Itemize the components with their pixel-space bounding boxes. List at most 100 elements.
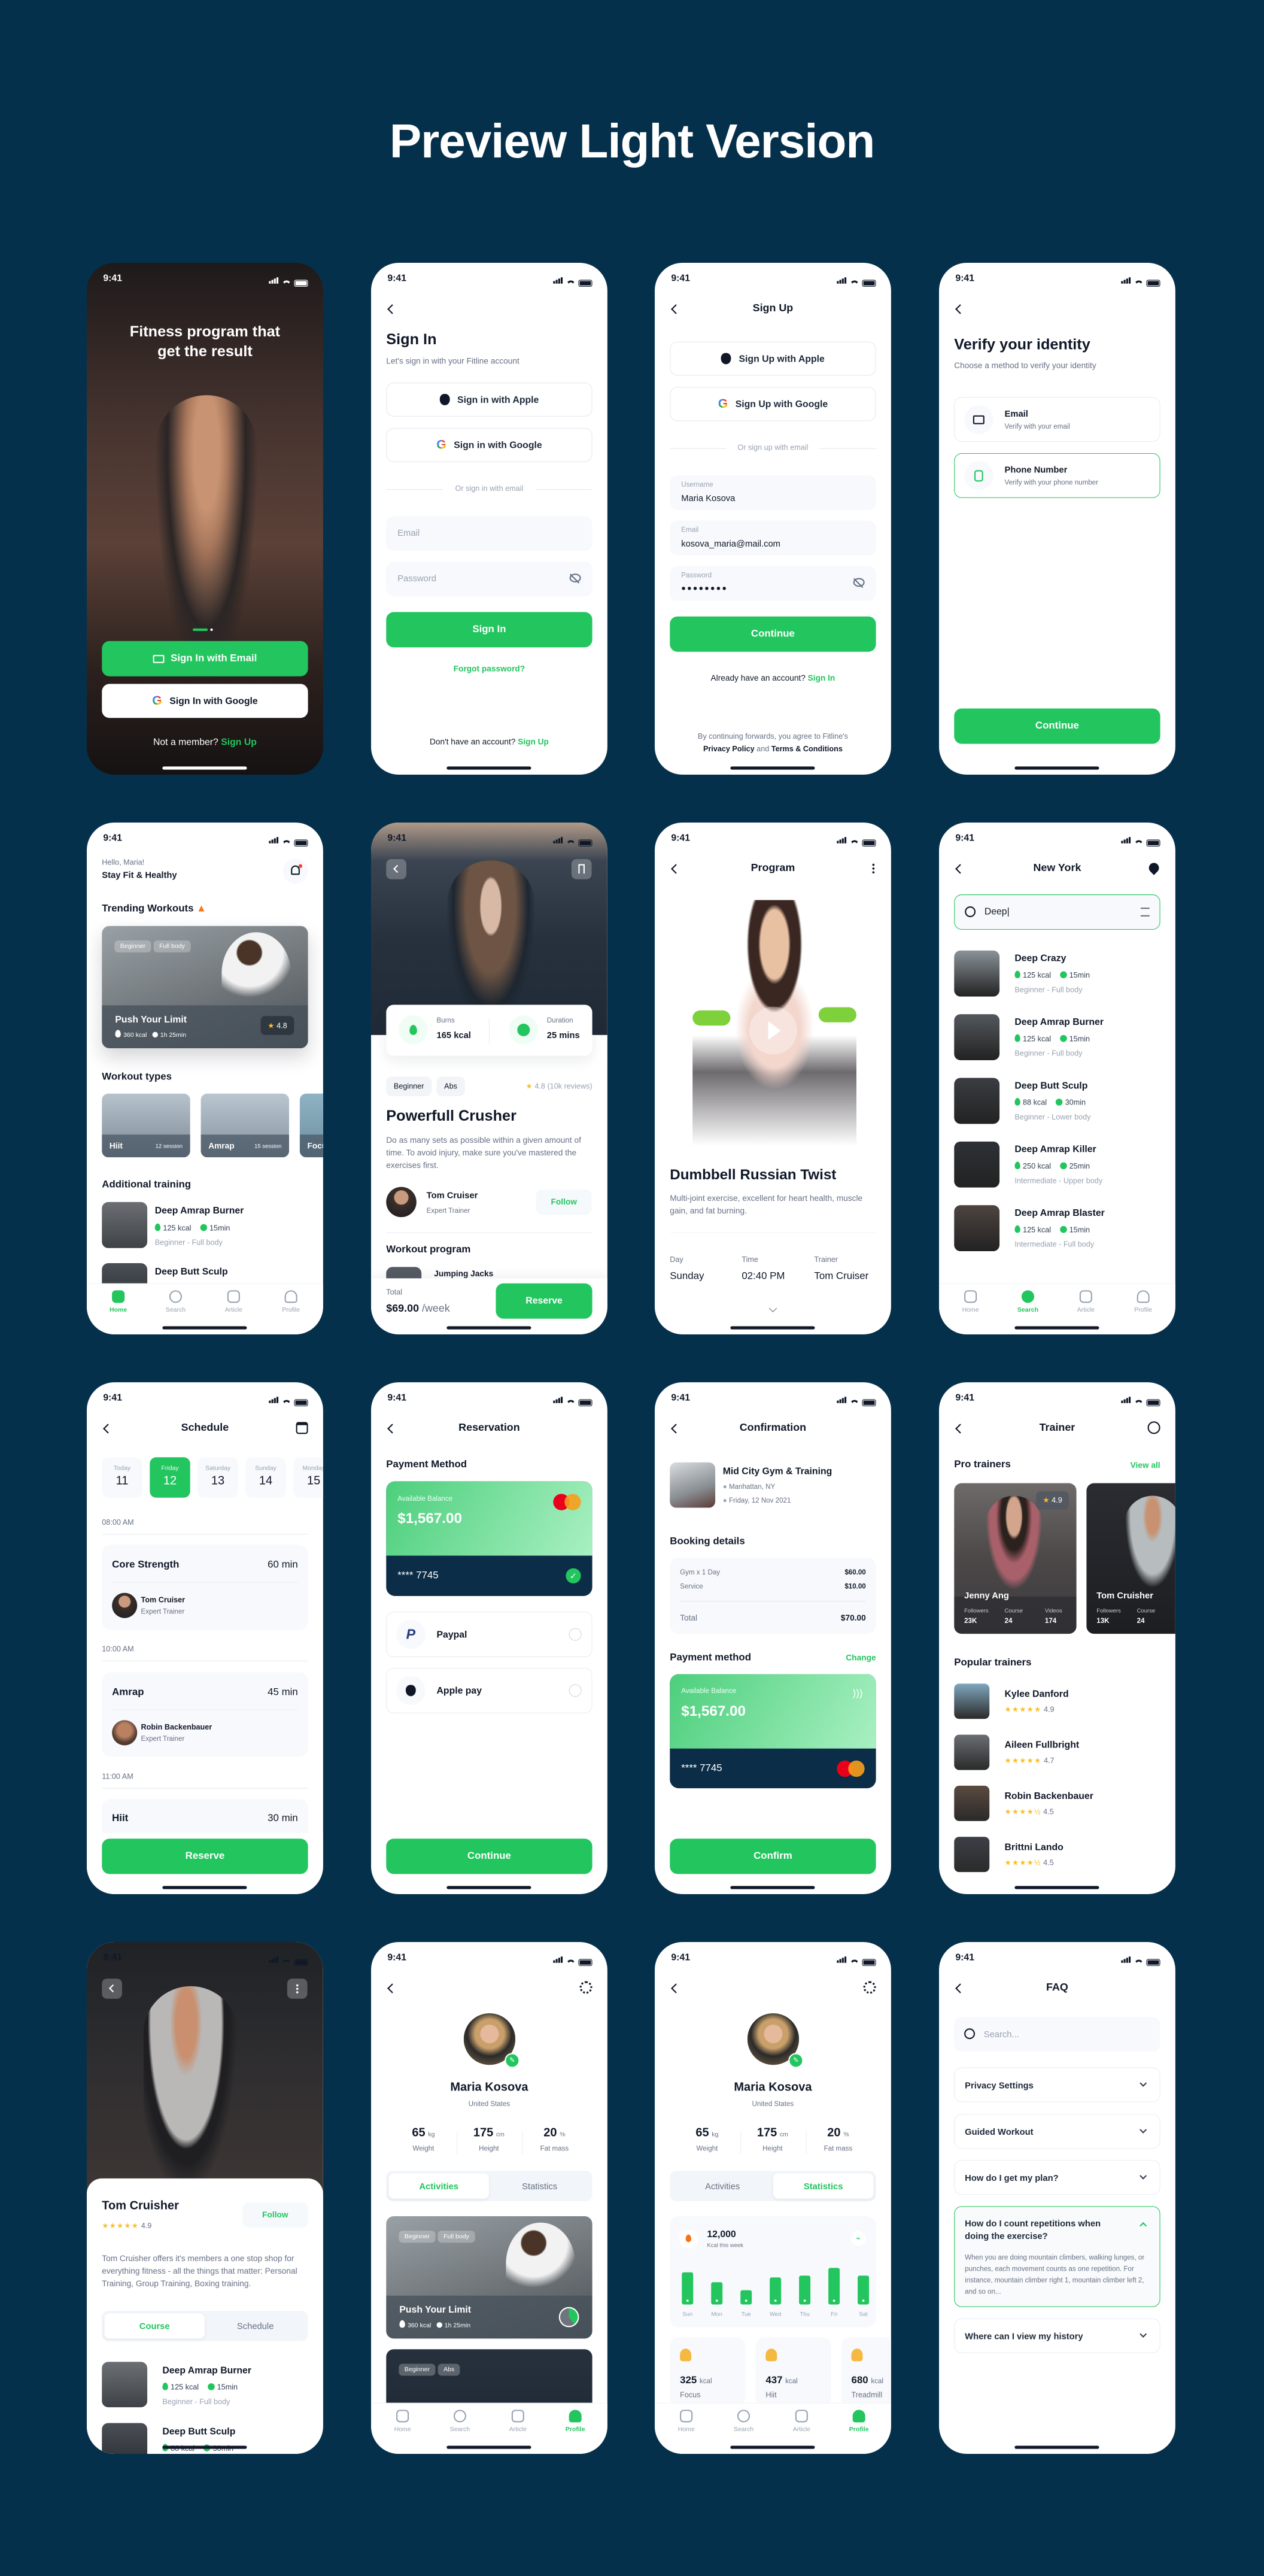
result-title[interactable]: Deep Crazy: [1014, 953, 1066, 964]
back-button[interactable]: [386, 859, 406, 879]
email-field[interactable]: Email kosova_maria@mail.com: [670, 520, 876, 556]
tab-article[interactable]: Article: [496, 2410, 540, 2433]
calendar-icon[interactable]: [296, 1422, 308, 1434]
more-icon[interactable]: [872, 863, 875, 875]
sign-in-email-button[interactable]: Sign In with Email: [102, 641, 308, 676]
radio-button[interactable]: [569, 1684, 582, 1697]
edit-icon[interactable]: ✎: [788, 2053, 804, 2068]
settings-icon[interactable]: [863, 1981, 876, 1994]
sign-in-button[interactable]: Sign In: [386, 612, 592, 648]
tab-profile[interactable]: Profile: [837, 2410, 881, 2433]
result-title[interactable]: Deep Amrap Blaster: [1014, 1207, 1104, 1218]
result-title[interactable]: Deep Butt Sculp: [1014, 1081, 1087, 1091]
settings-icon[interactable]: [579, 1981, 592, 1994]
tab-profile[interactable]: Profile: [269, 1290, 313, 1313]
continue-button[interactable]: Continue: [386, 1838, 592, 1874]
terms-link[interactable]: Terms & Conditions: [771, 744, 843, 753]
trainer-name[interactable]: Kylee Danford: [1005, 1689, 1069, 1700]
tab-search[interactable]: Search: [154, 1290, 198, 1313]
schedule-card[interactable]: Amrap 45 min Robin Backenbauer Expert Tr…: [102, 1672, 308, 1757]
day-chip-selected[interactable]: Friday 12: [150, 1457, 190, 1498]
follow-button[interactable]: Follow: [242, 2202, 308, 2228]
day-chip[interactable]: Saturday 13: [198, 1457, 238, 1498]
tab-article[interactable]: Article: [1064, 1290, 1108, 1313]
sign-up-apple-button[interactable]: Sign Up with Apple: [670, 341, 876, 376]
back-button[interactable]: [102, 1979, 122, 1999]
eye-off-icon[interactable]: [853, 578, 865, 587]
bookmark-button[interactable]: [571, 859, 592, 879]
edit-icon[interactable]: ✎: [505, 2053, 520, 2068]
username-field[interactable]: Username Maria Kosova: [670, 475, 876, 510]
tab-statistics[interactable]: Statistics: [773, 2173, 874, 2199]
course-title[interactable]: Deep Butt Sculp: [162, 2426, 235, 2437]
featured-workout-card[interactable]: Beginner Full body Push Your Limit 360 kc…: [102, 926, 308, 1048]
faq-item[interactable]: How do I get my plan?: [954, 2160, 1160, 2195]
tab-schedule[interactable]: Schedule: [205, 2313, 305, 2338]
day-chip[interactable]: Monday 15: [293, 1457, 323, 1498]
tab-home[interactable]: Home: [664, 2410, 709, 2433]
notification-button[interactable]: [282, 858, 308, 884]
sign-up-link[interactable]: Sign Up: [518, 737, 549, 747]
sign-in-google-button[interactable]: G Sign In with Google: [102, 684, 308, 718]
radio-button[interactable]: [569, 1628, 582, 1641]
tab-course[interactable]: Course: [104, 2313, 205, 2339]
faq-item[interactable]: Where can I view my history: [954, 2318, 1160, 2353]
payment-option-apple-pay[interactable]: Apple pay: [386, 1668, 592, 1713]
tab-article[interactable]: Article: [779, 2410, 824, 2433]
tab-search[interactable]: Search: [722, 2410, 766, 2433]
schedule-card[interactable]: Core Strength 60 min Tom Cruiser Expert …: [102, 1545, 308, 1630]
faq-search-input[interactable]: Search...: [954, 2017, 1160, 2052]
follow-button[interactable]: Follow: [536, 1189, 592, 1215]
tab-profile[interactable]: Profile: [1121, 1290, 1165, 1313]
sign-up-link[interactable]: Sign Up: [221, 737, 257, 748]
continue-button[interactable]: Continue: [670, 616, 876, 652]
search-icon[interactable]: [1147, 1421, 1160, 1434]
sign-in-apple-button[interactable]: Sign in with Apple: [386, 383, 592, 417]
trend-icon[interactable]: ⌁: [850, 2231, 866, 2246]
verify-option-phone[interactable]: Phone Number Verify with your phone numb…: [954, 453, 1160, 498]
back-icon[interactable]: [955, 304, 965, 314]
filter-icon[interactable]: [1140, 908, 1150, 917]
workout-title[interactable]: Deep Butt Sculp: [155, 1266, 228, 1277]
tab-article[interactable]: Article: [211, 1290, 256, 1313]
faq-item-expanded[interactable]: How do I count repetitions when doing th…: [954, 2206, 1160, 2307]
search-input[interactable]: Deep|: [954, 894, 1160, 930]
tab-search[interactable]: Search: [438, 2410, 482, 2433]
activity-card[interactable]: Beginner Full body Push Your Limit 360 kc…: [386, 2216, 592, 2339]
eye-off-icon[interactable]: [569, 574, 581, 582]
play-button[interactable]: [749, 1006, 797, 1055]
continue-button[interactable]: Continue: [954, 708, 1160, 744]
workout-type-amrap[interactable]: Amrap 15 session: [200, 1093, 290, 1158]
trainer-name[interactable]: Brittni Lando: [1005, 1842, 1064, 1853]
course-title[interactable]: Deep Amrap Burner: [162, 2365, 251, 2376]
password-field[interactable]: Password: [386, 562, 592, 597]
payment-option-paypal[interactable]: P Paypal: [386, 1612, 592, 1658]
tab-home[interactable]: Home: [381, 2410, 425, 2433]
faq-item[interactable]: Guided Workout: [954, 2114, 1160, 2149]
sign-up-google-button[interactable]: G Sign Up with Google: [670, 387, 876, 421]
change-link[interactable]: Change: [846, 1653, 876, 1662]
day-chip[interactable]: Today 11: [102, 1457, 142, 1498]
balance-card[interactable]: Available Balance $1,567.00 ))) **** 774…: [670, 1674, 876, 1789]
tab-search[interactable]: Search: [1006, 1290, 1050, 1313]
sign-in-link[interactable]: Sign In: [808, 673, 835, 683]
chevron-down-icon[interactable]: [768, 1304, 777, 1313]
password-field[interactable]: Password ●●●●●●●●: [670, 566, 876, 601]
balance-card[interactable]: Available Balance $1,567.00 **** 7745 ✓: [386, 1481, 592, 1596]
day-chip[interactable]: Sunday 14: [245, 1457, 286, 1498]
activity-tile[interactable]: 437 kcal Hiit: [755, 2337, 831, 2407]
verify-option-email[interactable]: Email Verify with your email: [954, 397, 1160, 442]
confirm-button[interactable]: Confirm: [670, 1838, 876, 1874]
activity-tile[interactable]: 680 kcal Treadmill: [841, 2337, 891, 2407]
pro-trainer-card[interactable]: ★ 4.9 Jenny Ang Followers Course Videos …: [954, 1483, 1077, 1634]
tab-home[interactable]: Home: [949, 1290, 993, 1313]
faq-item[interactable]: Privacy Settings: [954, 2067, 1160, 2102]
more-button[interactable]: [287, 1979, 308, 1999]
tab-activities[interactable]: Activities: [672, 2173, 772, 2198]
tab-profile[interactable]: Profile: [553, 2410, 597, 2433]
reserve-button[interactable]: Reserve: [496, 1283, 592, 1319]
trainer-name[interactable]: Aileen Fullbright: [1005, 1740, 1080, 1750]
email-field[interactable]: Email: [386, 516, 592, 551]
privacy-link[interactable]: Privacy Policy: [703, 744, 755, 753]
forgot-password-link[interactable]: Forgot password?: [371, 664, 607, 673]
